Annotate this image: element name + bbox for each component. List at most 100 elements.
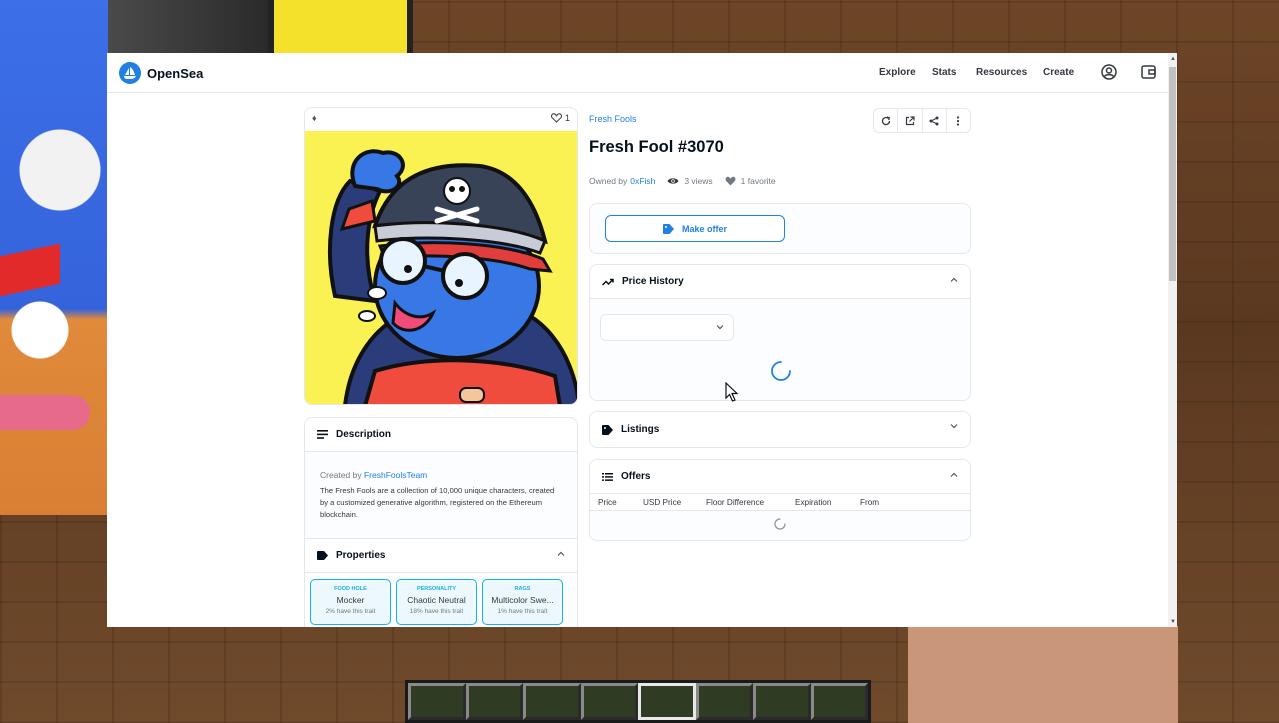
price-history-title: Price History <box>622 276 684 287</box>
share-button[interactable] <box>923 109 947 132</box>
lines-icon <box>317 430 328 439</box>
item-title: Fresh Fool #3070 <box>589 138 724 156</box>
created-by-label: Created by <box>320 470 362 480</box>
heart-icon <box>725 176 736 186</box>
item-actions <box>873 108 971 133</box>
loading-spinner-icon <box>774 518 786 530</box>
collection-link[interactable]: Fresh Fools <box>589 114 637 124</box>
hotbar-slot[interactable] <box>753 683 811 720</box>
creator-link[interactable]: FreshFoolsTeam <box>364 470 427 480</box>
opensea-logo-icon <box>119 62 141 84</box>
item-meta: Owned by 0xFish 3 views 1 favorite <box>589 176 776 186</box>
property-personality[interactable]: PERSONALITY Chaotic Neutral 18% have thi… <box>396 579 477 625</box>
description-body: Created by FreshFoolsTeam The Fresh Fool… <box>305 452 577 538</box>
offers-loading-row <box>590 511 970 540</box>
open-external-button[interactable] <box>898 109 923 132</box>
col-from: From <box>860 497 880 507</box>
nav-explore[interactable]: Explore <box>879 67 916 78</box>
owned-by-label: Owned by <box>589 176 628 186</box>
hotbar-slot-selected[interactable] <box>638 683 696 720</box>
offers-title: Offers <box>621 471 651 482</box>
loading-spinner-icon <box>771 361 791 381</box>
description-panel: Description Created by FreshFoolsTeam Th… <box>304 417 578 539</box>
properties-body: FOOD HOLE Mocker 2% have this trait PERS… <box>305 573 577 627</box>
mouse-cursor-icon <box>725 382 739 402</box>
more-vertical-icon <box>957 115 960 126</box>
views-text: 3 views <box>684 176 713 186</box>
game-hand <box>908 626 1178 723</box>
scroll-down-icon[interactable]: ▼ <box>1170 619 1176 625</box>
nav-resources[interactable]: Resources <box>976 67 1027 78</box>
created-by: Created by FreshFoolsTeam <box>320 470 562 480</box>
chevron-down-icon <box>716 325 724 330</box>
nav-stats[interactable]: Stats <box>932 67 956 78</box>
hotbar-slot[interactable] <box>465 683 523 720</box>
tag-icon <box>662 223 674 234</box>
tag-icon <box>602 424 613 435</box>
property-rags[interactable]: RAGS Multicolor Swe... 1% have this trai… <box>482 579 563 625</box>
wallet-icon[interactable] <box>1141 65 1156 84</box>
tag-icon <box>317 551 328 560</box>
description-header[interactable]: Description <box>305 418 577 452</box>
views-count: 3 views <box>667 176 713 186</box>
refresh-button[interactable] <box>874 109 899 132</box>
col-usd-price: USD Price <box>643 497 682 507</box>
price-history-header[interactable]: Price History <box>590 265 970 299</box>
share-icon <box>929 116 939 125</box>
period-select[interactable] <box>600 314 734 341</box>
scrollbar-thumb[interactable] <box>1169 67 1176 281</box>
property-value: Mocker <box>336 595 365 605</box>
web-page: OpenSea Explore Stats Resources Create ♦… <box>107 53 1177 627</box>
favorite-button[interactable]: 1 <box>551 113 570 123</box>
nft-artwork[interactable] <box>305 131 577 404</box>
owner-link[interactable]: 0xFish <box>630 176 655 186</box>
price-history-panel: Price History <box>589 264 971 401</box>
hotbar-slot[interactable] <box>580 683 638 720</box>
col-expiration: Expiration <box>795 497 832 507</box>
hotbar-slot[interactable] <box>695 683 753 720</box>
property-food-hole[interactable]: FOOD HOLE Mocker 2% have this trait <box>310 579 391 625</box>
brand-name: OpenSea <box>147 65 204 81</box>
chevron-down-icon <box>950 424 958 429</box>
chevron-up-icon <box>557 551 565 556</box>
account-icon[interactable] <box>1101 64 1117 85</box>
price-history-body <box>590 299 970 400</box>
property-rarity: 1% have this trait <box>497 608 548 615</box>
nft-image-card: ♦ 1 <box>304 107 578 405</box>
chevron-up-icon <box>950 277 958 282</box>
trending-icon <box>602 278 614 286</box>
offers-header[interactable]: Offers <box>590 460 970 494</box>
scroll-up-icon[interactable]: ▲ <box>1170 56 1176 62</box>
game-hotbar[interactable] <box>405 680 871 723</box>
offers-table-header: Price USD Price Floor Difference Expirat… <box>590 494 970 511</box>
description-title: Description <box>336 429 392 440</box>
description-text: The Fresh Fools are a collection of 10,0… <box>320 486 555 519</box>
more-button[interactable] <box>947 109 970 132</box>
property-value: Chaotic Neutral <box>407 595 466 605</box>
page-scrollbar[interactable]: ▲ ▼ <box>1168 53 1177 627</box>
make-offer-button[interactable]: Make offer <box>605 215 785 242</box>
nav-create[interactable]: Create <box>1043 67 1074 78</box>
offers-panel: Offers Price USD Price Floor Difference … <box>589 459 971 541</box>
list-icon <box>602 472 613 481</box>
chevron-up-icon <box>950 472 958 477</box>
properties-header[interactable]: Properties <box>305 539 577 573</box>
properties-panel: Properties FOOD HOLE Mocker 2% have this… <box>304 538 578 627</box>
properties-title: Properties <box>336 550 386 561</box>
property-value: Multicolor Swe... <box>491 595 554 605</box>
external-link-icon <box>905 115 915 125</box>
listings-header[interactable]: Listings <box>590 412 970 447</box>
opensea-logo[interactable]: OpenSea <box>119 62 203 84</box>
property-type: FOOD HOLE <box>334 586 367 592</box>
hotbar-slot[interactable] <box>408 683 466 720</box>
make-offer-label: Make offer <box>681 223 727 234</box>
property-type: PERSONALITY <box>416 586 457 592</box>
game-block-yellow <box>268 0 413 54</box>
eye-icon <box>667 178 679 184</box>
navbar: OpenSea Explore Stats Resources Create <box>107 53 1168 93</box>
hotbar-slot[interactable] <box>523 683 581 720</box>
col-floor-difference: Floor Difference <box>706 497 765 507</box>
hotbar-slot[interactable] <box>810 683 868 720</box>
property-type: RAGS <box>514 586 531 592</box>
refresh-icon <box>881 115 890 125</box>
